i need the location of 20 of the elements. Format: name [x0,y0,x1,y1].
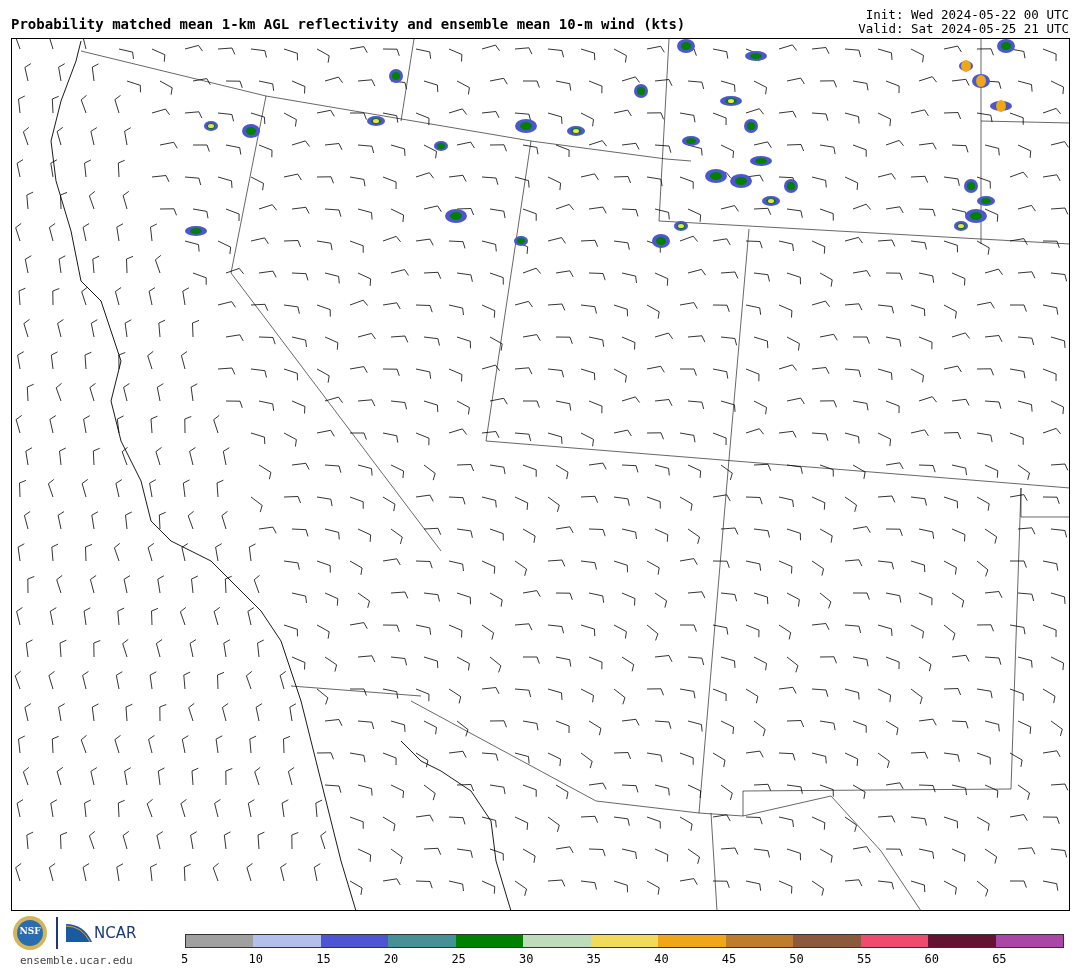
scale-tick-label: 55 [856,951,873,966]
scale-tick-label: 60 [924,951,940,966]
scale-tick-label: 20 [383,951,400,966]
logo-divider [56,917,58,949]
scale-tick-label: 65 [992,951,1008,966]
scale-tick-label: 50 [789,951,805,966]
valid-time: Valid: Sat 2024-05-25 21 UTC [858,22,1069,36]
scale-tick-label: 35 [586,951,602,966]
nsf-logo: NSF [12,915,48,951]
init-time: Init: Wed 2024-05-22 00 UTC [865,8,1069,22]
scale-tick-label: 30 [518,951,535,966]
scale-tick-label: 10 [248,951,265,966]
scale-tick-label: 5 [181,951,190,966]
ncar-logo: NCAR [66,924,137,942]
scale-tick-label: 15 [316,951,332,966]
website-url: ensemble.ucar.edu [20,954,134,967]
scale-tick-label: 45 [721,951,738,966]
scale-tick-label: 25 [451,951,467,966]
chart-title: Probability matched mean 1-km AGL reflectivity and ensemble mean 10-m wind (kts) [11,16,686,34]
scale-tick-label: 40 [654,951,670,966]
